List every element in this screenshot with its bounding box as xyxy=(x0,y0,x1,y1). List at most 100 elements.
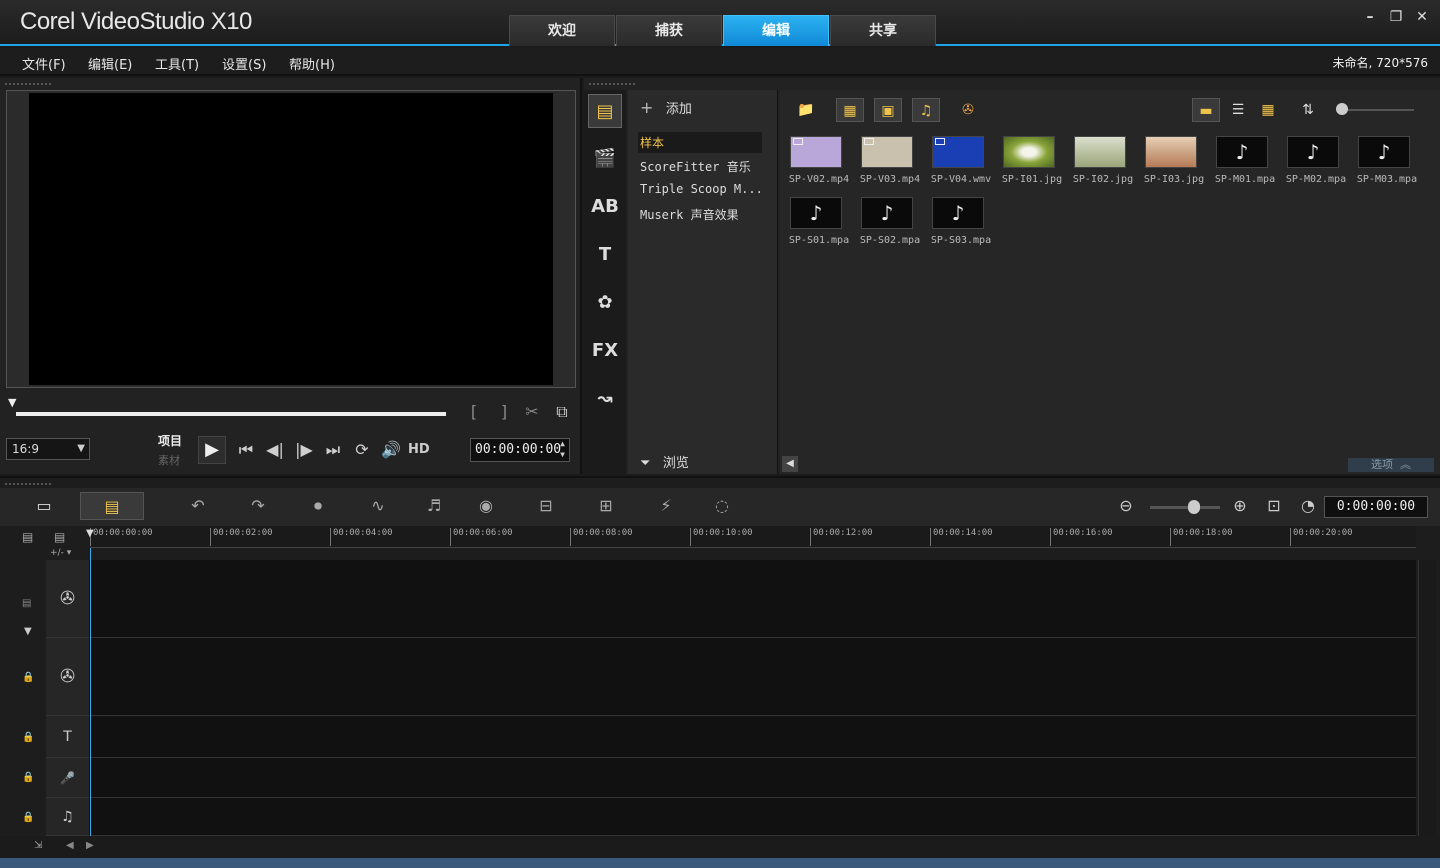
restore-button[interactable]: ❐ xyxy=(1386,8,1406,26)
title-track[interactable] xyxy=(90,716,1416,758)
grid-view-icon[interactable]: ▦ xyxy=(1254,98,1282,122)
video-track-header-icon[interactable]: ✇ xyxy=(46,560,90,638)
video-track[interactable] xyxy=(90,560,1416,638)
show-photos-icon[interactable]: ▣ xyxy=(874,98,902,122)
show-videos-icon[interactable]: ▦ xyxy=(836,98,864,122)
close-button[interactable]: ✕ xyxy=(1412,8,1432,26)
home-icon[interactable]: ⏮ xyxy=(234,438,258,462)
menu-edit[interactable]: 编辑(E) xyxy=(88,54,132,73)
media-item[interactable]: SP-I02.jpg xyxy=(1068,132,1138,192)
lock-icon[interactable]: 🔒 xyxy=(22,812,34,823)
folder-triple-scoop[interactable]: Triple Scoop M... xyxy=(638,180,762,198)
thumb-size-knob[interactable] xyxy=(1336,103,1348,115)
chevron-down-icon[interactable]: ▼ xyxy=(24,626,32,637)
timeline-timecode[interactable]: 0:00:00:00 xyxy=(1324,496,1428,518)
media-icon[interactable]: ▤ xyxy=(588,94,622,128)
play-button[interactable]: ▶ xyxy=(198,436,226,464)
overlay-track-header-icon[interactable]: ✇ xyxy=(46,638,90,716)
panel-grip[interactable] xyxy=(4,82,52,86)
open-folder-icon[interactable]: 📁 xyxy=(792,98,820,122)
folder-muserk[interactable]: Muserk 声音效果 xyxy=(638,204,762,225)
filter-icon[interactable]: FX xyxy=(588,334,622,368)
media-item[interactable]: SP-V03.mp4 xyxy=(855,132,925,192)
media-item[interactable]: SP-I01.jpg xyxy=(997,132,1067,192)
panel-grip[interactable] xyxy=(588,82,636,86)
transition-icon[interactable]: AB xyxy=(588,190,622,224)
music-track-header-icon[interactable]: ♫ xyxy=(46,798,90,836)
sort-icon[interactable]: ⇅ xyxy=(1294,98,1322,122)
voice-track-header-icon[interactable]: 🎤 xyxy=(46,758,90,798)
split-clip-icon[interactable]: ✂ xyxy=(522,402,542,421)
path-icon[interactable]: ↝ xyxy=(588,382,622,416)
media-item[interactable]: SP-V04.wmv xyxy=(926,132,996,192)
lock-icon[interactable]: 🔒 xyxy=(22,772,34,783)
tab-welcome[interactable]: 欢迎 xyxy=(509,15,615,46)
media-item[interactable]: ♪ SP-S03.mpa xyxy=(926,193,996,253)
next-frame-icon[interactable]: |▶ xyxy=(292,438,316,462)
menu-file[interactable]: 文件(F) xyxy=(22,54,66,73)
media-item[interactable]: ♪ SP-M02.mpa xyxy=(1281,132,1351,192)
minimize-button[interactable]: – xyxy=(1360,8,1380,26)
preview-window[interactable] xyxy=(6,90,576,388)
zoom-out-icon[interactable]: ⊖ xyxy=(1110,492,1142,520)
timeline-view-icon[interactable]: ▤ xyxy=(80,492,144,520)
hd-preview-toggle[interactable]: HD xyxy=(408,442,430,457)
mark-in-button[interactable]: [ xyxy=(466,402,482,421)
timecode-stepper-icon[interactable]: ▲ ▼ xyxy=(560,438,565,460)
fit-timeline-icon[interactable]: ⇲ xyxy=(34,840,42,851)
mask-creator-icon[interactable]: ◌ xyxy=(706,492,738,520)
browse-button[interactable]: ⏷ 浏览 xyxy=(640,452,689,471)
zoom-slider-knob[interactable] xyxy=(1188,500,1200,514)
media-item[interactable]: SP-I03.jpg xyxy=(1139,132,1209,192)
redo-icon[interactable]: ↷ xyxy=(242,492,274,520)
previous-frame-icon[interactable]: ◀| xyxy=(263,438,287,462)
scrubber-track[interactable] xyxy=(16,412,446,416)
tab-capture[interactable]: 捕获 xyxy=(616,15,722,46)
media-item[interactable]: ♪ SP-S02.mpa xyxy=(855,193,925,253)
mark-out-button[interactable]: ] xyxy=(496,402,512,421)
sound-mixer-icon[interactable]: ∿ xyxy=(362,492,394,520)
scroll-left-icon[interactable]: ◀ xyxy=(66,840,74,851)
menu-tools[interactable]: 工具(T) xyxy=(155,54,199,73)
show-audio-icon[interactable]: ♫ xyxy=(912,98,940,122)
folder-scorefitter[interactable]: ScoreFitter 音乐 xyxy=(638,156,762,177)
thumbnail-view-icon[interactable]: ▬ xyxy=(1192,98,1220,122)
track-manager-icon[interactable]: ▤ xyxy=(22,530,33,544)
scroll-left-icon[interactable]: ◀ xyxy=(782,456,798,472)
timeline-ruler[interactable]: 00:00:00:00 00:00:02:00 00:00:04:00 00:0… xyxy=(86,526,1416,548)
tab-share[interactable]: 共享 xyxy=(830,15,936,46)
repeat-icon[interactable]: ⟳ xyxy=(350,438,374,462)
music-track[interactable] xyxy=(90,798,1416,836)
menu-help[interactable]: 帮助(H) xyxy=(289,54,335,73)
title-icon[interactable]: T xyxy=(588,238,622,272)
overlay-track[interactable] xyxy=(90,638,1416,716)
menu-settings[interactable]: 设置(S) xyxy=(222,54,266,73)
record-capture-icon[interactable]: ⏺ xyxy=(302,492,334,520)
auto-music-icon[interactable]: ♬ xyxy=(418,492,450,520)
thumb-size-slider[interactable] xyxy=(1340,109,1414,111)
enlarge-preview-icon[interactable]: ⧉ xyxy=(552,402,572,422)
storyboard-view-icon[interactable]: ▭ xyxy=(28,492,60,520)
show-projects-icon[interactable]: ✇ xyxy=(954,98,982,122)
add-folder-button[interactable]: + 添加 xyxy=(640,98,692,117)
mode-project-toggle[interactable]: 项目 xyxy=(158,432,182,449)
add-remove-track-button[interactable]: +/- ▾ xyxy=(50,548,71,558)
title-track-header-icon[interactable]: T xyxy=(46,716,90,758)
media-item[interactable]: ♪ SP-M03.mpa xyxy=(1352,132,1422,192)
media-item[interactable]: ♪ SP-M01.mpa xyxy=(1210,132,1280,192)
options-button[interactable]: 选项 ︽ xyxy=(1348,458,1434,472)
list-view-icon[interactable]: ☰ xyxy=(1224,98,1252,122)
motion-tracking-icon[interactable]: ◉ xyxy=(470,492,502,520)
end-icon[interactable]: ⏭ xyxy=(321,438,345,462)
zoom-slider[interactable] xyxy=(1150,506,1220,509)
playhead-handle-icon[interactable]: ▼ xyxy=(86,528,94,539)
voice-track[interactable] xyxy=(90,758,1416,798)
timeline-vertical-scrollbar[interactable] xyxy=(1418,560,1436,836)
volume-icon[interactable]: 🔊 xyxy=(379,438,403,462)
multi-camera-icon[interactable]: ⊞ xyxy=(590,492,622,520)
track-toggle-icon[interactable]: ▤ xyxy=(22,598,31,609)
zoom-in-icon[interactable]: ⊕ xyxy=(1224,492,1256,520)
subtitle-editor-icon[interactable]: ⊟ xyxy=(530,492,562,520)
mode-clip-toggle[interactable]: 素材 xyxy=(158,452,180,468)
undo-icon[interactable]: ↶ xyxy=(182,492,214,520)
